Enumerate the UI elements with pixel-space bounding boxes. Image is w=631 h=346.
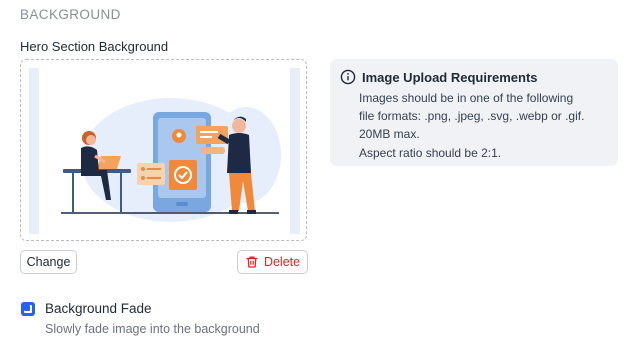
info-icon [340,69,356,85]
section-title: BACKGROUND [20,7,121,22]
delete-button-label: Delete [263,255,301,269]
hero-image-dropzone[interactable] [20,59,307,241]
requirements-line: Images should be in one of the following [359,91,574,105]
checkbox-check-mark [24,305,32,313]
hero-background-label: Hero Section Background [20,39,169,54]
background-fade-label[interactable]: Background Fade [45,301,152,316]
requirements-line: Aspect ratio should be 2:1. [359,145,502,160]
hero-illustration-image [29,68,300,234]
trash-icon [245,255,259,269]
background-fade-description: Slowly fade image into the background [45,322,260,336]
background-fade-checkbox[interactable] [21,302,35,316]
requirements-title: Image Upload Requirements [362,69,538,85]
delete-image-button[interactable]: Delete [237,250,308,274]
requirements-line: file formats: .png, .jpeg, .svg, .webp o… [359,109,585,124]
change-button-label: Change [26,255,71,269]
requirements-line: 20MB max. [359,127,420,142]
upload-requirements-panel: Image Upload Requirements Images should … [330,59,618,166]
change-image-button[interactable]: Change [20,250,77,274]
